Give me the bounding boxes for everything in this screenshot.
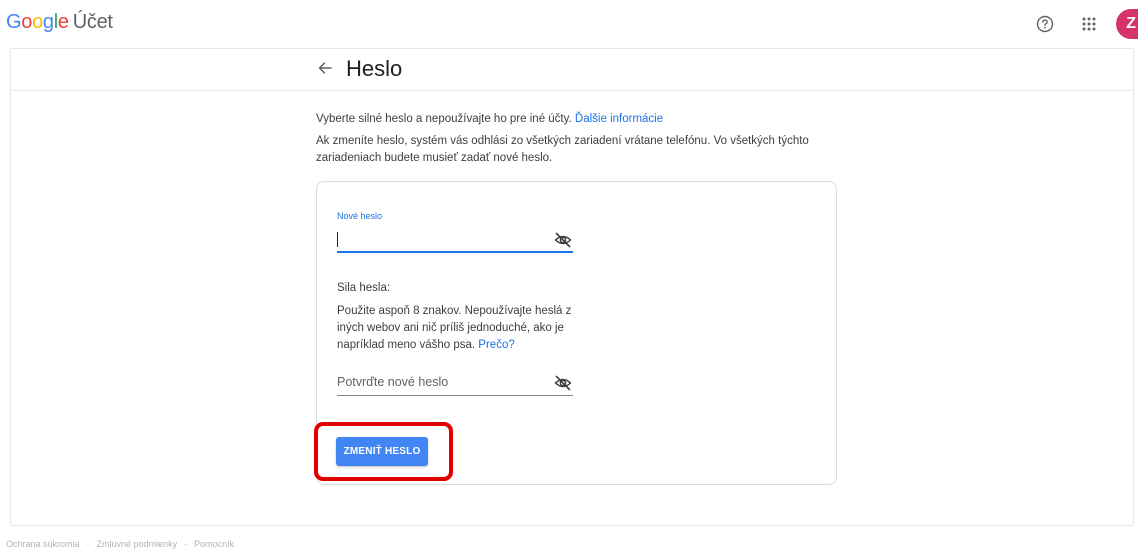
strength-hint-text: Použite aspoň 8 znakov. Nepoužívajte hes… — [337, 305, 572, 351]
strength-text: Použite aspoň 8 znakov. Nepoužívajte hes… — [337, 303, 587, 354]
intro-line-1: Vyberte silné heslo a nepoužívajte ho pr… — [316, 111, 846, 128]
new-password-underline — [337, 251, 573, 253]
password-strength-hint: Sila hesla: Použite aspoň 8 znakov. Nepo… — [337, 280, 587, 354]
intro-line-2: Ak zmeníte heslo, systém vás odhlási zo … — [316, 135, 809, 164]
apps-grid-icon[interactable] — [1074, 9, 1104, 39]
help-link[interactable]: Pomocník — [194, 539, 234, 549]
logo-letter: g — [42, 11, 54, 33]
eye-off-icon[interactable] — [553, 230, 573, 250]
new-password-field[interactable]: Nové heslo — [337, 211, 573, 253]
logo-letter: o — [21, 11, 33, 33]
top-bar: Google Účet Z — [0, 0, 1138, 48]
terms-link[interactable]: Zmluvné podmienky — [97, 539, 178, 549]
why-link[interactable]: Prečo? — [478, 339, 514, 351]
learn-more-link[interactable]: Ďalšie informácie — [575, 113, 663, 125]
top-icons: Z — [1030, 9, 1138, 39]
logo-letter: G — [6, 11, 22, 33]
confirm-password-underline — [337, 395, 573, 396]
avatar[interactable]: Z — [1116, 9, 1138, 39]
footer-links: Ochrana súkromia · Zmluvné podmienky · P… — [6, 539, 234, 549]
text-caret — [337, 232, 338, 247]
footer-separator: · — [184, 539, 188, 549]
header-divider — [10, 90, 1134, 91]
logo-letter: o — [32, 11, 43, 33]
help-icon[interactable] — [1030, 9, 1060, 39]
new-password-input[interactable] — [337, 229, 547, 249]
strength-heading: Sila hesla: — [337, 282, 391, 294]
intro-text: Vyberte silné heslo a nepoužívajte ho pr… — [316, 111, 846, 172]
back-arrow-icon[interactable] — [314, 57, 336, 79]
google-account-logo[interactable]: Google Účet — [6, 11, 113, 34]
logo-letter: e — [57, 11, 69, 33]
privacy-link[interactable]: Ochrana súkromia — [6, 539, 80, 549]
new-password-label: Nové heslo — [337, 211, 383, 221]
change-password-button[interactable]: ZMENIŤ HESLO — [336, 437, 428, 466]
eye-off-icon[interactable] — [553, 373, 573, 393]
footer-separator: · — [86, 539, 90, 549]
page-title: Heslo — [346, 56, 403, 81]
confirm-password-field[interactable]: Potvrďte nové heslo — [337, 371, 573, 397]
product-name: Účet — [72, 11, 113, 33]
intro-sentence: Vyberte silné heslo a nepoužívajte ho pr… — [316, 113, 572, 125]
confirm-password-input[interactable] — [337, 373, 547, 393]
